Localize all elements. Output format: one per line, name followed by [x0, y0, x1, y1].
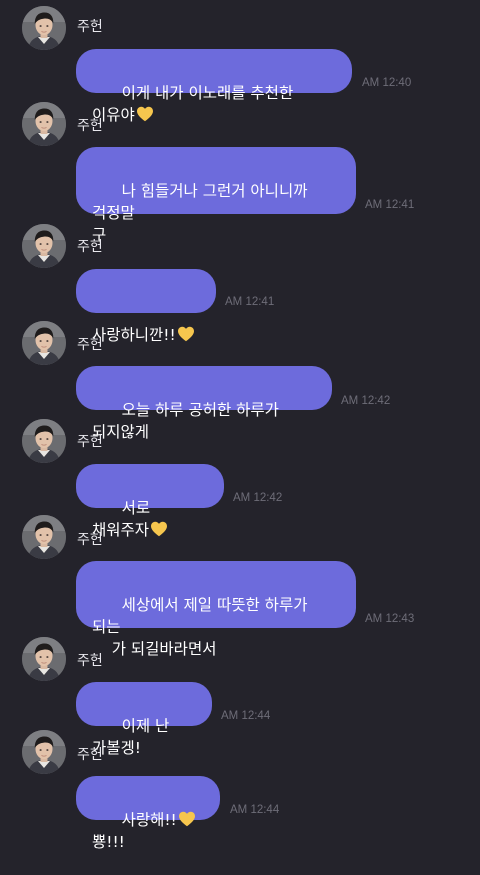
avatar[interactable] [22, 515, 66, 559]
person-avatar-icon [22, 419, 66, 463]
avatar[interactable] [22, 321, 66, 365]
sender-name: 주헌 [77, 653, 103, 669]
message-timestamp: AM 12:41 [225, 296, 275, 308]
message-text: 세상에서 제일 따뜻한 하루가 되는 가 되길바라면서 [92, 596, 308, 658]
person-avatar-icon [22, 730, 66, 774]
message-text: 나 힘들거나 그런거 아니니까 걱정말 구 [92, 182, 308, 244]
sender-name: 주헌 [77, 118, 103, 134]
message-text: 오늘 하루 공허한 하루가 되지않게 [92, 401, 284, 441]
message-text: 사랑하니깐!! [92, 326, 176, 344]
message-bubble[interactable]: 이제 난 가볼겡! [76, 682, 212, 757]
message-timestamp: AM 12:41 [365, 199, 415, 211]
person-avatar-icon [22, 515, 66, 559]
message-bubble[interactable]: 이게 내가 이노래를 추천한 이유야 [76, 49, 352, 124]
avatar[interactable] [22, 102, 66, 146]
yellow-heart-icon [151, 521, 168, 537]
avatar[interactable] [22, 730, 66, 774]
message-bubble[interactable]: 오늘 하루 공허한 하루가 되지않게 [76, 366, 332, 441]
sender-name: 주헌 [77, 434, 103, 450]
message-text: 이제 난 가볼겡! [92, 717, 175, 757]
sender-name: 주헌 [77, 239, 103, 255]
message-bubble[interactable]: 사랑하니깐!! [76, 269, 216, 344]
message-timestamp: AM 12:44 [221, 710, 271, 722]
message-bubble[interactable]: 세상에서 제일 따뜻한 하루가 되는 가 되길바라면서 [76, 561, 356, 658]
message-bubble[interactable]: 서로 채워주자 [76, 464, 224, 539]
avatar[interactable] [22, 419, 66, 463]
message-bubble[interactable]: 사랑해!! 뿅!!! [76, 776, 220, 851]
person-avatar-icon [22, 6, 66, 50]
message-timestamp: AM 12:43 [365, 613, 415, 625]
sender-name: 주헌 [77, 532, 103, 548]
message-bubble[interactable]: 나 힘들거나 그런거 아니니까 걱정말 구 [76, 147, 356, 244]
sender-name: 주헌 [77, 747, 103, 763]
avatar[interactable] [22, 224, 66, 268]
sender-name: 주헌 [77, 337, 103, 353]
message-timestamp: AM 12:44 [230, 804, 280, 816]
message-text: 사랑해!! [121, 811, 177, 829]
avatar[interactable] [22, 6, 66, 50]
person-avatar-icon [22, 637, 66, 681]
yellow-heart-icon [178, 811, 195, 827]
person-avatar-icon [22, 224, 66, 268]
message-text: 이게 내가 이노래를 추천한 이유야 [92, 84, 299, 124]
sender-name: 주헌 [77, 19, 103, 35]
yellow-heart-icon [177, 326, 194, 342]
message-timestamp: AM 12:42 [233, 492, 283, 504]
message-timestamp: AM 12:40 [362, 77, 412, 89]
person-avatar-icon [22, 102, 66, 146]
avatar[interactable] [22, 637, 66, 681]
person-avatar-icon [22, 321, 66, 365]
yellow-heart-icon [136, 106, 153, 122]
message-timestamp: AM 12:42 [341, 395, 391, 407]
